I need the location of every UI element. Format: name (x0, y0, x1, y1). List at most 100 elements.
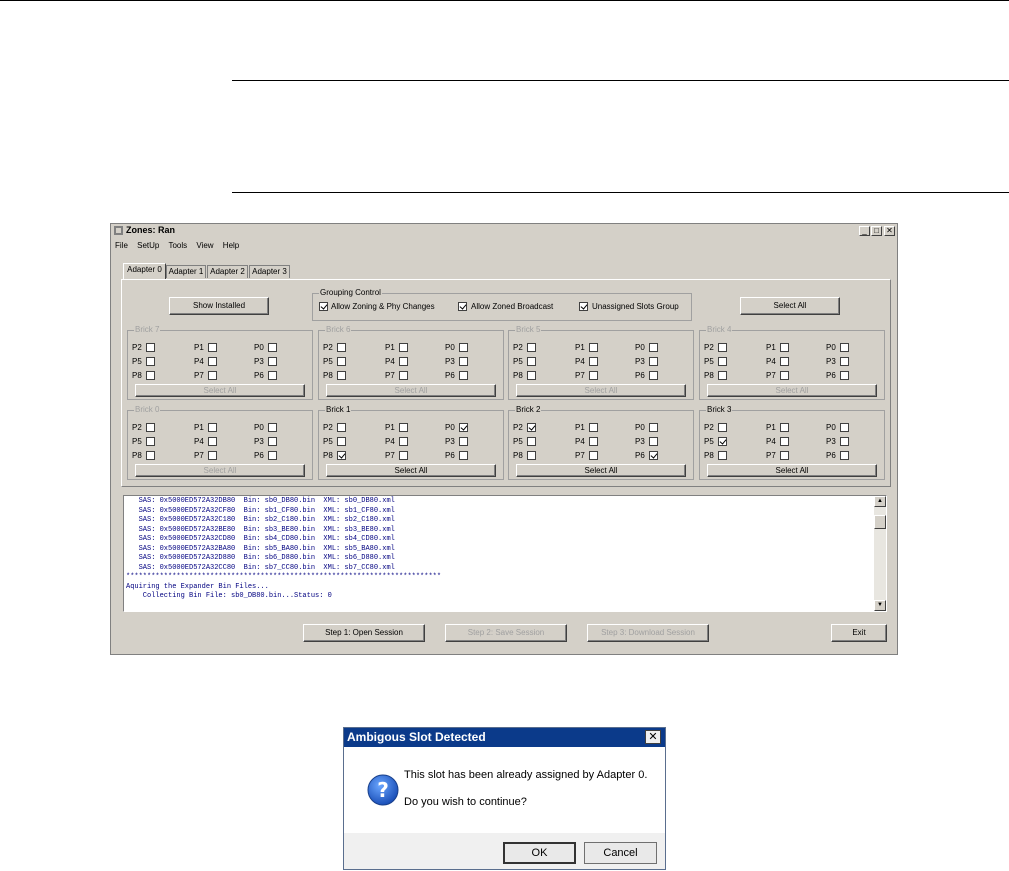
show-installed-button[interactable]: Show Installed (169, 297, 269, 315)
port-checkbox[interactable] (649, 371, 658, 380)
port-checkbox[interactable] (840, 371, 849, 380)
port-checkbox[interactable] (527, 451, 536, 460)
tab-adapter-1[interactable]: Adapter 1 (166, 265, 206, 278)
port-checkbox[interactable] (649, 451, 658, 460)
scroll-thumb[interactable] (874, 515, 886, 529)
port-checkbox[interactable] (840, 423, 849, 432)
port-checkbox[interactable] (146, 437, 155, 446)
port-checkbox[interactable] (399, 371, 408, 380)
port-checkbox[interactable] (840, 437, 849, 446)
port-checkbox[interactable] (527, 343, 536, 352)
port-checkbox[interactable] (399, 451, 408, 460)
port-checkbox[interactable] (649, 423, 658, 432)
brick-select-all-button[interactable]: Select All (326, 384, 496, 397)
port-checkbox[interactable] (589, 451, 598, 460)
port-checkbox[interactable] (268, 343, 277, 352)
unassigned-slots-checkbox[interactable] (579, 302, 588, 311)
port-checkbox[interactable] (208, 451, 217, 460)
maximize-button[interactable]: □ (871, 226, 882, 236)
port-checkbox[interactable] (268, 451, 277, 460)
port-checkbox[interactable] (589, 343, 598, 352)
port-checkbox[interactable] (459, 437, 468, 446)
menu-view[interactable]: View (196, 241, 213, 250)
port-checkbox[interactable] (780, 437, 789, 446)
port-checkbox[interactable] (589, 437, 598, 446)
port-checkbox[interactable] (268, 437, 277, 446)
port-checkbox[interactable] (337, 451, 346, 460)
log-scrollbar[interactable]: ▲ ▼ (874, 496, 886, 611)
port-checkbox[interactable] (146, 343, 155, 352)
step2-save-session-button[interactable]: Step 2: Save Session (445, 624, 567, 642)
port-checkbox[interactable] (589, 357, 598, 366)
allow-broadcast-checkbox[interactable] (458, 302, 467, 311)
port-checkbox[interactable] (527, 437, 536, 446)
menu-help[interactable]: Help (223, 241, 239, 250)
port-checkbox[interactable] (840, 451, 849, 460)
menu-setup[interactable]: SetUp (137, 241, 159, 250)
port-checkbox[interactable] (718, 423, 727, 432)
exit-button[interactable]: Exit (831, 624, 887, 642)
port-checkbox[interactable] (208, 343, 217, 352)
port-checkbox[interactable] (337, 423, 346, 432)
port-checkbox[interactable] (268, 357, 277, 366)
scroll-up-arrow-icon[interactable]: ▲ (874, 496, 886, 507)
port-checkbox[interactable] (337, 343, 346, 352)
port-checkbox[interactable] (459, 343, 468, 352)
port-checkbox[interactable] (780, 357, 789, 366)
port-checkbox[interactable] (146, 357, 155, 366)
port-checkbox[interactable] (208, 437, 217, 446)
port-checkbox[interactable] (718, 437, 727, 446)
port-checkbox[interactable] (268, 423, 277, 432)
port-checkbox[interactable] (527, 371, 536, 380)
close-button[interactable]: ✕ (884, 226, 895, 236)
port-checkbox[interactable] (649, 437, 658, 446)
port-checkbox[interactable] (208, 357, 217, 366)
port-checkbox[interactable] (718, 371, 727, 380)
port-checkbox[interactable] (780, 343, 789, 352)
ok-button[interactable]: OK (503, 842, 576, 864)
tab-adapter-3[interactable]: Adapter 3 (249, 265, 290, 278)
scroll-down-arrow-icon[interactable]: ▼ (874, 600, 886, 611)
port-checkbox[interactable] (337, 357, 346, 366)
port-checkbox[interactable] (649, 357, 658, 366)
port-checkbox[interactable] (718, 451, 727, 460)
brick-select-all-button[interactable]: Select All (516, 384, 686, 397)
port-checkbox[interactable] (337, 371, 346, 380)
tab-adapter-0[interactable]: Adapter 0 (123, 263, 166, 279)
port-checkbox[interactable] (589, 423, 598, 432)
step3-download-session-button[interactable]: Step 3: Download Session (587, 624, 709, 642)
minimize-button[interactable]: _ (859, 226, 870, 236)
port-checkbox[interactable] (527, 423, 536, 432)
port-checkbox[interactable] (649, 343, 658, 352)
brick-select-all-button[interactable]: Select All (707, 384, 877, 397)
brick-select-all-button[interactable]: Select All (135, 464, 305, 477)
select-all-global-button[interactable]: Select All (740, 297, 840, 315)
brick-select-all-button[interactable]: Select All (516, 464, 686, 477)
brick-select-all-button[interactable]: Select All (326, 464, 496, 477)
port-checkbox[interactable] (840, 343, 849, 352)
port-checkbox[interactable] (399, 357, 408, 366)
port-checkbox[interactable] (399, 437, 408, 446)
port-checkbox[interactable] (780, 371, 789, 380)
port-checkbox[interactable] (146, 423, 155, 432)
brick-select-all-button[interactable]: Select All (707, 464, 877, 477)
port-checkbox[interactable] (840, 357, 849, 366)
port-checkbox[interactable] (780, 423, 789, 432)
menu-file[interactable]: File (115, 241, 128, 250)
port-checkbox[interactable] (589, 371, 598, 380)
dialog-close-button[interactable]: ✕ (645, 730, 661, 744)
port-checkbox[interactable] (718, 343, 727, 352)
cancel-button[interactable]: Cancel (584, 842, 657, 864)
allow-zoning-checkbox[interactable] (319, 302, 328, 311)
port-checkbox[interactable] (208, 423, 217, 432)
step1-open-session-button[interactable]: Step 1: Open Session (303, 624, 425, 642)
port-checkbox[interactable] (399, 343, 408, 352)
port-checkbox[interactable] (780, 451, 789, 460)
port-checkbox[interactable] (718, 357, 727, 366)
tab-adapter-2[interactable]: Adapter 2 (207, 265, 248, 278)
port-checkbox[interactable] (399, 423, 408, 432)
port-checkbox[interactable] (146, 451, 155, 460)
brick-select-all-button[interactable]: Select All (135, 384, 305, 397)
port-checkbox[interactable] (146, 371, 155, 380)
port-checkbox[interactable] (459, 423, 468, 432)
